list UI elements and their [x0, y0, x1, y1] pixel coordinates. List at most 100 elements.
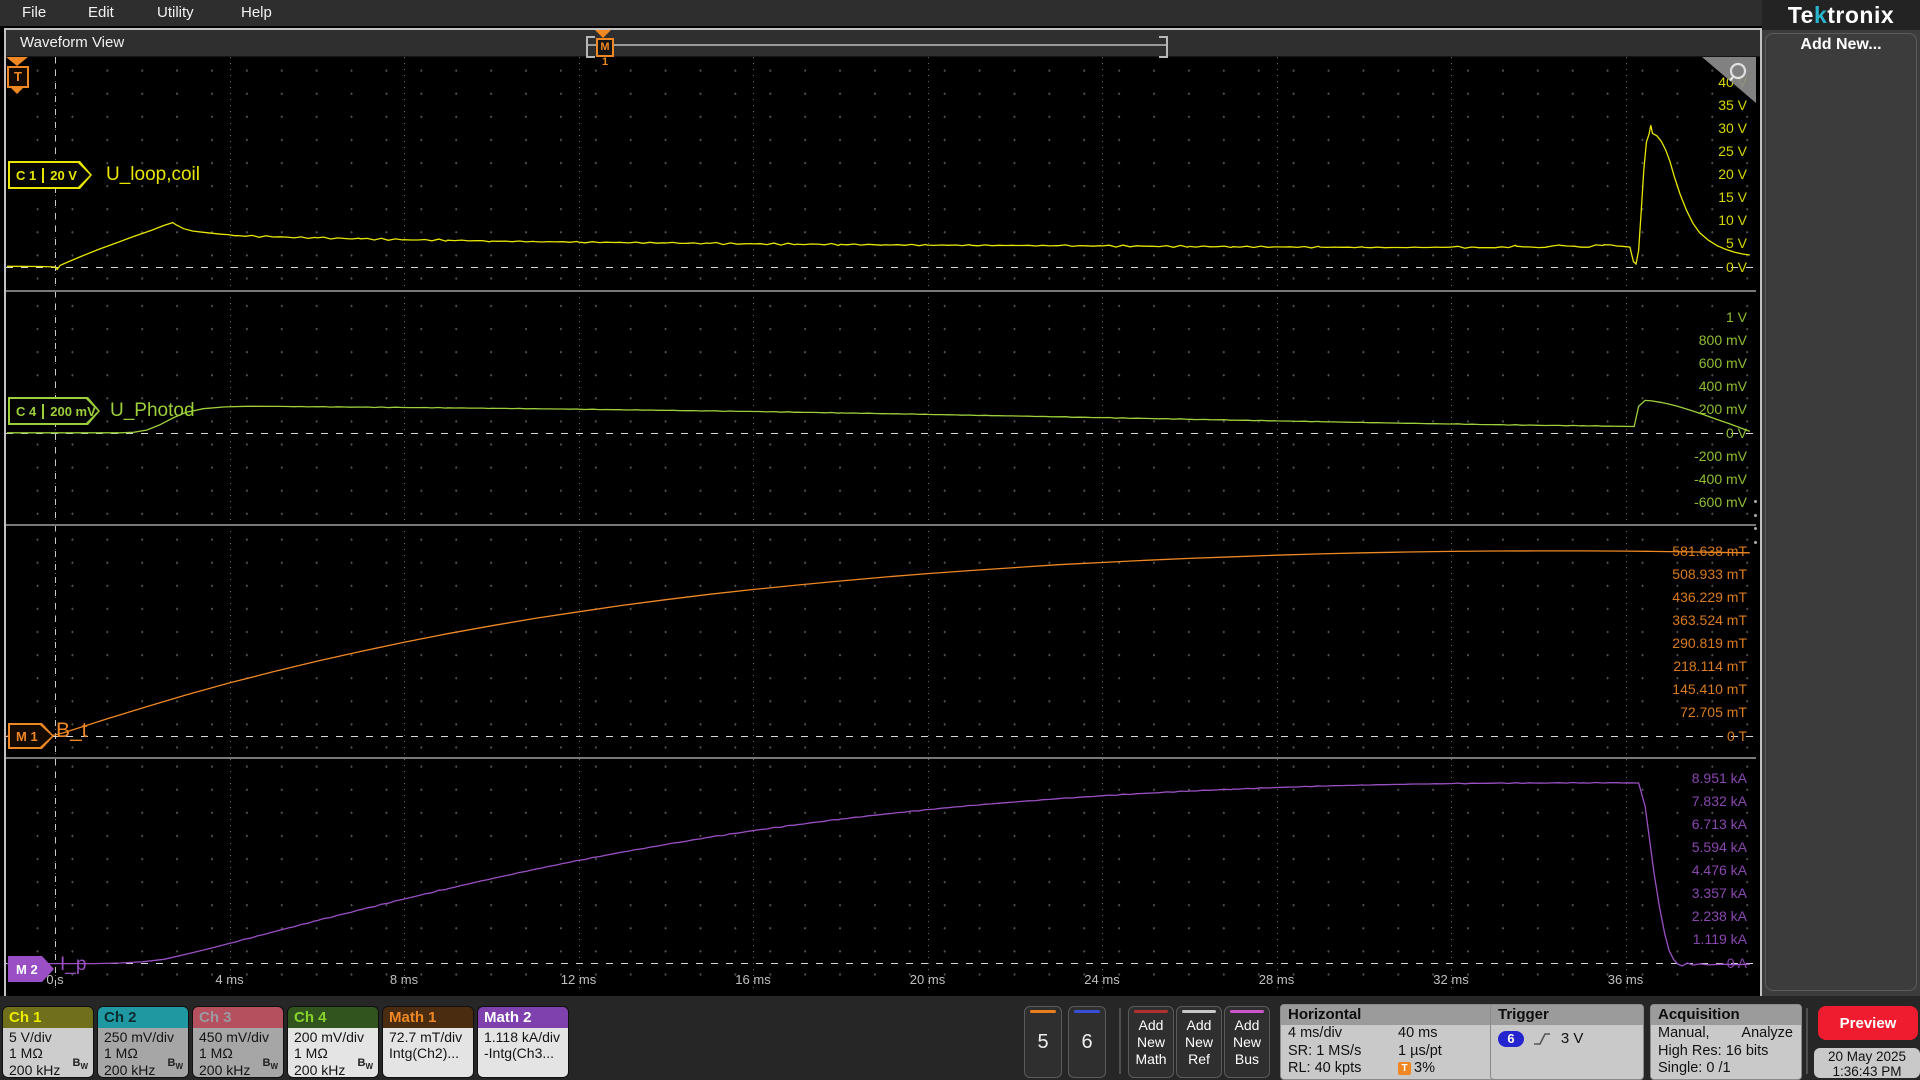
channel-badge-row: 72.7 mT/div [389, 1029, 463, 1045]
waveform-panel-math1[interactable] [6, 525, 1756, 758]
acq-highres: High Res: 16 bits [1658, 1042, 1769, 1059]
trigger-panel[interactable]: Trigger 6 3 V [1490, 1004, 1644, 1080]
channel-badge-body: 450 mV/div 1 MΩ 200 kHz BW [193, 1028, 283, 1077]
axis-label-math2: 7.832 kA [1691, 792, 1747, 809]
menu-item-file[interactable]: File [22, 4, 46, 21]
add-new-ref-button[interactable]: Add New Ref [1176, 1006, 1222, 1078]
menu-item-edit[interactable]: Edit [88, 4, 114, 21]
badge-inner: C 1 20 V [10, 163, 90, 187]
record-trigger-marker-arrow [595, 30, 611, 38]
zero-level-line-math2 [6, 963, 1756, 964]
graticule[interactable]: 40 V35 V30 V25 V20 V15 V10 V5 V0 V1 V800… [6, 57, 1756, 993]
axis-label-math2: 6.713 kA [1691, 815, 1747, 832]
brand-area: Tektronix [1762, 0, 1920, 30]
channel-badge-ch3[interactable]: Ch 3 450 mV/div 1 MΩ 200 kHz BW [192, 1006, 284, 1078]
axis-label-ch4: 1 V [1725, 309, 1747, 325]
bandwidth-badge: BW [262, 1056, 278, 1071]
time-tick-label: 24 ms [1084, 972, 1120, 987]
axis-label-ch4: 200 mV [1698, 401, 1747, 418]
add-new-bus-button[interactable]: Add New Bus [1224, 1006, 1270, 1078]
time-tick-label: 8 ms [389, 972, 419, 987]
menu-item-help[interactable]: Help [241, 4, 272, 21]
channel-badge-math2[interactable]: Math 2 1.118 kA/div -Intg(Ch3... [477, 1006, 569, 1078]
add-new-math-button[interactable]: Add New Math [1128, 1006, 1174, 1078]
time-label: 1:36:43 PM [1832, 1064, 1902, 1079]
horizontal-value-right: T 3% [1398, 1060, 1435, 1078]
zero-level-line-ch4 [6, 433, 1756, 434]
record-view-line[interactable] [588, 44, 1166, 46]
badge-text: M 1 [16, 728, 38, 744]
channel-badge-ch4[interactable]: Ch 4 200 mV/div 1 MΩ 200 kHz BW [287, 1006, 379, 1078]
channel-badge-6[interactable]: 6 [1068, 1006, 1106, 1078]
waveform-panel-ch1[interactable] [6, 57, 1756, 291]
axis-label-math1: 145.410 mT [1672, 681, 1747, 698]
acquisition-title: Acquisition [1651, 1005, 1801, 1025]
channel-badge-header: Math 1 [383, 1007, 473, 1028]
channel-number: 5 [1037, 1030, 1049, 1053]
sidebar: Tektronix Add New... CursorsCalloutMeasu… [1762, 0, 1920, 996]
panel-separator[interactable] [6, 290, 1756, 292]
add-new-label: Add New Bus [1232, 1016, 1261, 1067]
tektronix-logo: Tektronix [1762, 2, 1920, 29]
channel-badge-row: Intg(Ch2)... [389, 1045, 460, 1062]
panel-separator[interactable] [6, 524, 1756, 526]
trigger-level: 3 V [1560, 1030, 1584, 1047]
wave-label-math2[interactable]: I_p [60, 951, 86, 979]
waveform-panel-math2[interactable] [6, 758, 1756, 993]
axis-label-math1: 0 T [1727, 727, 1747, 744]
bandwidth-badge: BW [167, 1056, 183, 1071]
badge-text: 20 V [42, 168, 83, 183]
channel-color-stripe [1074, 1010, 1100, 1013]
axis-label-math2: 8.951 kA [1691, 769, 1747, 786]
axis-label-ch1: 0 V [1725, 258, 1747, 275]
channel-badge-row: 5 V/div [9, 1029, 52, 1045]
channel-badge-row: 1.118 kA/div [484, 1029, 561, 1045]
horizontal-panel[interactable]: Horizontal 4 ms/div 40 ms SR: 1 MS/s 1 µs/p… [1280, 1004, 1498, 1080]
button-color-stripe [1230, 1010, 1264, 1013]
channel-badge-ch1[interactable]: Ch 15 V/div 1 MΩ 200 kHz BW [2, 1006, 94, 1078]
axis-label-math1: 218.114 mT [1673, 658, 1747, 675]
record-view-right-bracket [1159, 36, 1168, 58]
time-tick-label: 32 ms [1433, 972, 1469, 987]
wave-label-math1[interactable]: B_t [56, 717, 88, 745]
axis-label-ch1: 25 V [1718, 143, 1747, 159]
wave-label-ch4[interactable]: U_Photod [110, 397, 195, 425]
splitter-drag-handle[interactable] [1752, 500, 1758, 544]
channel-badge-body: 200 mV/div 1 MΩ 200 kHz BW [288, 1028, 378, 1077]
badge-math2[interactable]: M 2 [8, 956, 54, 982]
add-new-heading: Add New... [1800, 36, 1882, 53]
horizontal-value-left: RL: 40 kpts [1288, 1060, 1362, 1076]
channel-badge-row: 450 mV/div [199, 1029, 270, 1045]
channel-badge-math1[interactable]: Math 1 72.7 mT/div Intg(Ch2)... [382, 1006, 474, 1078]
panel-separator[interactable] [6, 757, 1756, 759]
axis-label-math2: 5.594 kA [1691, 839, 1747, 855]
channel-badge-body: 1.118 kA/div -Intg(Ch3... [478, 1028, 568, 1077]
badge-ch4[interactable]: C 4 200 mV [8, 397, 100, 425]
badge-ch1[interactable]: C 1 20 V [8, 161, 92, 189]
acquisition-panel[interactable]: Acquisition Manual, Analyze High Res: 16… [1650, 1004, 1802, 1080]
oscilloscope-app: FileEditUtilityHelp Waveform View 40 V35… [0, 0, 1920, 1080]
menu-bar: File Edit Utility Help [0, 0, 1762, 26]
channel-badge-ch2[interactable]: Ch 2 250 mV/div 1 MΩ 200 kHz BW [97, 1006, 189, 1078]
badge-inner: C 4 200 mV [10, 399, 98, 423]
logo-accent: k [1813, 2, 1828, 28]
axis-label-ch4: -600 mV [1694, 493, 1747, 510]
menu-item-utility[interactable]: Utility [157, 4, 194, 21]
waveform-view-title: Waveform View [20, 34, 125, 51]
axis-label-ch1: 15 V [1718, 189, 1747, 206]
channel-badge-5[interactable]: 5 [1024, 1006, 1062, 1078]
wave-label-ch1[interactable]: U_loop,coil [106, 161, 200, 189]
badge-math1[interactable]: M 1 [8, 723, 54, 749]
channel-badge-header: Ch 3 [193, 1007, 283, 1028]
channel-badge-body: 72.7 mT/div Intg(Ch2)... [383, 1028, 473, 1077]
zero-level-line-ch1 [6, 267, 1756, 268]
preview-button[interactable]: Preview [1818, 1006, 1918, 1040]
record-trigger-marker[interactable]: M 1 [596, 38, 614, 68]
axis-label-ch4: 600 mV [1698, 355, 1747, 372]
horizontal-value-right: 40 ms [1398, 1025, 1438, 1041]
axis-label-ch1: 20 V [1718, 166, 1747, 183]
add-new-label: Add New Math [1135, 1016, 1167, 1067]
waveform-panel-ch4[interactable] [6, 291, 1756, 525]
horizontal-value-left: 4 ms/div [1288, 1025, 1342, 1041]
separator [1119, 1008, 1121, 1074]
